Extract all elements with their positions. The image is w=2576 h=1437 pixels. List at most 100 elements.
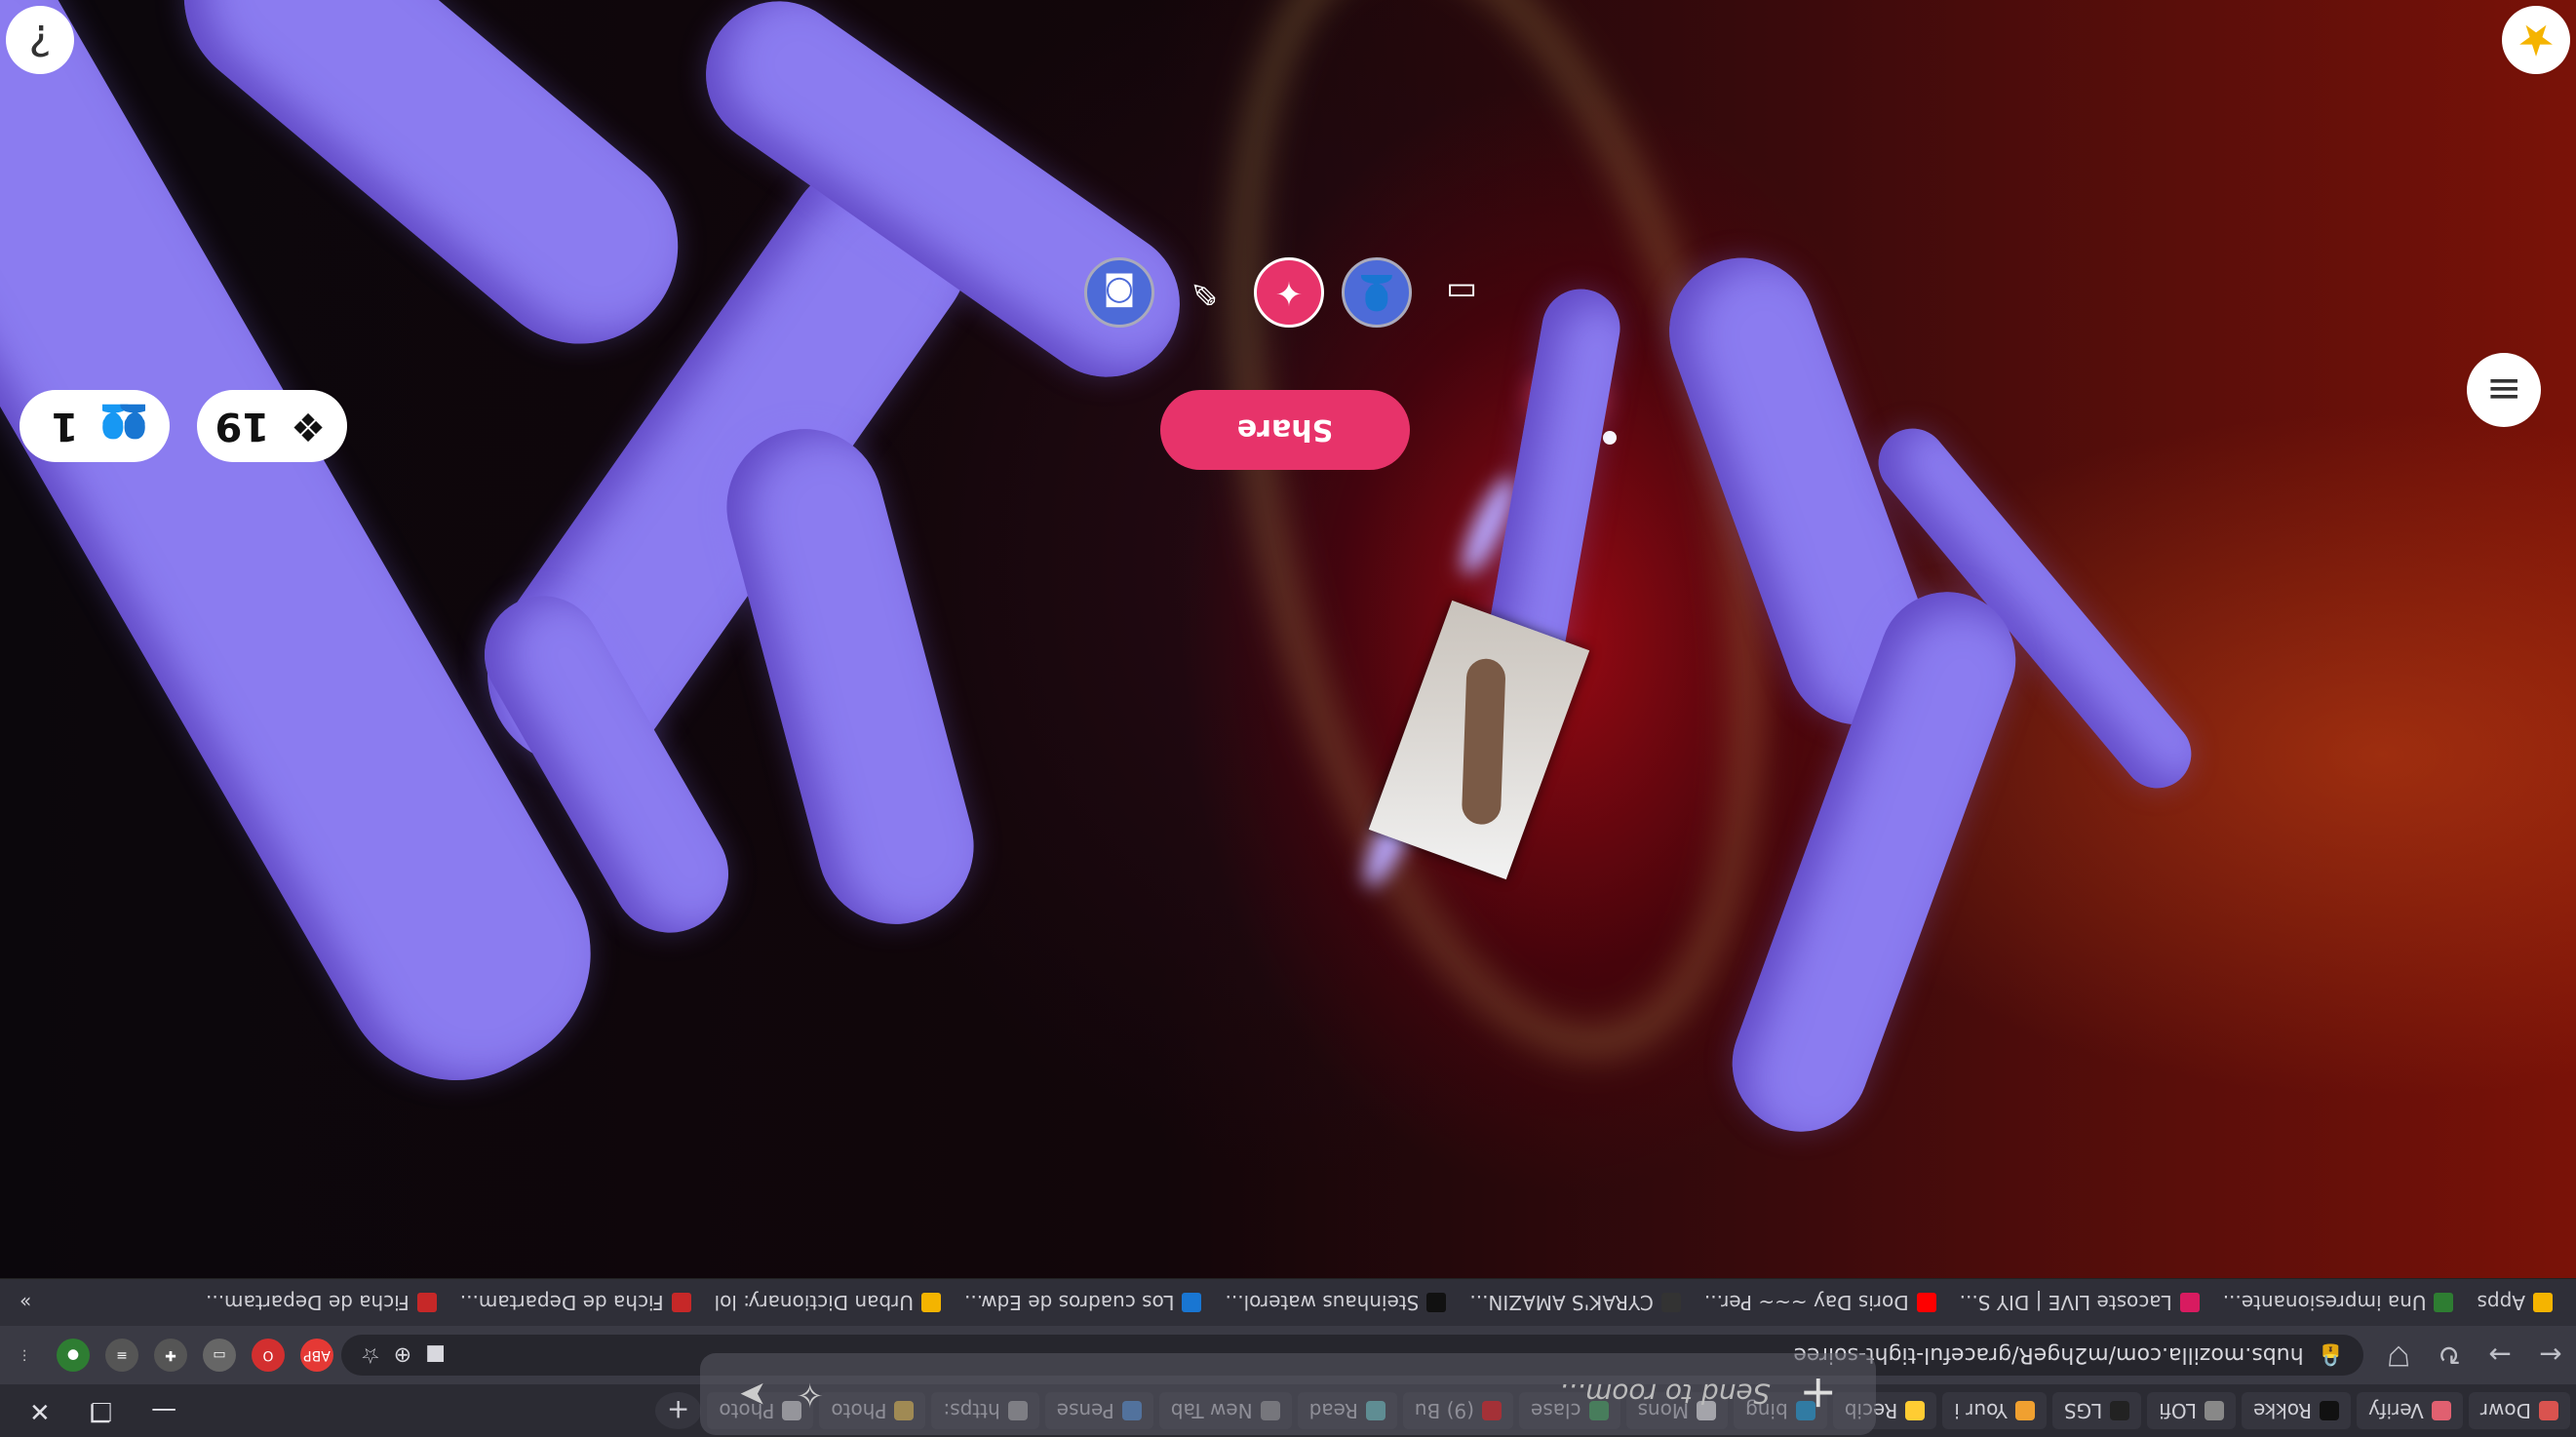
browser-menu-icon[interactable]: ⋮ <box>8 1339 41 1372</box>
spawn-button[interactable]: ✦ <box>1254 257 1324 328</box>
bookmarks-bar: Apps Una impresionante... Lacoste LIVE | D… <box>0 1278 2576 1326</box>
profile-avatar[interactable]: ● <box>57 1339 90 1372</box>
new-tab-button[interactable]: + <box>654 1392 702 1429</box>
close-icon[interactable]: ✕ <box>29 1396 51 1425</box>
bookmark-favicon-icon <box>2434 1293 2454 1312</box>
emoji-icon[interactable]: ✧ <box>797 1375 825 1414</box>
bookmark-item[interactable]: Una impresionante... <box>2223 1291 2454 1314</box>
bookmark-item[interactable]: Apps <box>2477 1291 2553 1314</box>
bookmark-label: Ficha de Departam... <box>206 1291 410 1314</box>
bookmark-item[interactable]: Lacoste LIVE | DIY S... <box>1960 1291 2200 1314</box>
browser-tab[interactable]: LOfi <box>2147 1392 2237 1429</box>
tab-label: LOfi <box>2159 1399 2198 1422</box>
pen-button[interactable]: ✎ <box>1172 260 1236 325</box>
tab-favicon-icon <box>2205 1401 2225 1420</box>
white-dot <box>1603 431 1617 445</box>
share-label: Share <box>1236 412 1334 447</box>
bookmark-label: Lacoste LIVE | DIY S... <box>1959 1291 2172 1314</box>
bookmark-favicon-icon <box>2179 1293 2200 1312</box>
bookmark-item[interactable]: Steinhaus waterol... <box>1226 1291 1447 1314</box>
bookmark-item[interactable]: CYRAK'S AMAZIN... <box>1469 1291 1681 1314</box>
bookmark-favicon-icon <box>1426 1293 1447 1312</box>
back-icon[interactable]: ← <box>2525 1340 2576 1372</box>
star-icon[interactable]: ☆ <box>361 1343 380 1368</box>
browser-tab[interactable]: Dowr <box>2468 1392 2570 1429</box>
tab-label: Dowr <box>2479 1399 2531 1422</box>
bookmark-label: Ficha de Departam... <box>459 1291 664 1314</box>
bookmark-favicon-icon <box>2533 1293 2553 1312</box>
opera-icon[interactable]: O <box>252 1339 285 1372</box>
lock-icon: 🔒 <box>2317 1342 2344 1368</box>
avatar-figure <box>1713 572 2035 1151</box>
menu-button[interactable]: ≡ <box>2467 353 2541 427</box>
tab-favicon-icon <box>1905 1401 1926 1420</box>
bookmark-label: Urban Dictionary: lol <box>714 1291 914 1314</box>
bookmark-favicon-icon <box>416 1293 437 1312</box>
bookmark-item[interactable]: Los cuadros de Edw... <box>964 1291 1202 1314</box>
camera-icon[interactable]: ■ <box>425 1343 446 1368</box>
hamburger-icon: ≡ <box>2485 365 2522 415</box>
bookmark-label: CYRAK'S AMAZIN... <box>1469 1291 1654 1314</box>
camera-button[interactable]: ◙ <box>1084 257 1154 328</box>
bookmark-item[interactable]: Ficha de Departam... <box>206 1291 437 1314</box>
minimize-icon[interactable]: — <box>151 1396 176 1425</box>
send-icon[interactable]: ➤ <box>739 1375 767 1414</box>
browser-tab[interactable]: Your i <box>1942 1392 2047 1429</box>
adblock-icon[interactable]: ABP <box>300 1339 333 1372</box>
bookmark-favicon-icon <box>1916 1293 1936 1312</box>
extensions-icon[interactable]: ✚ <box>154 1339 187 1372</box>
people-count: 1 <box>51 404 79 448</box>
tab-label: Your i <box>1954 1399 2008 1422</box>
tab-label: LGS <box>2063 1399 2103 1422</box>
browser-tab[interactable]: Verify <box>2357 1392 2463 1429</box>
people-icon: 👥 <box>99 403 148 448</box>
bookmark-favicon-icon <box>1660 1293 1681 1312</box>
bookmark-favicon-icon <box>1182 1293 1202 1312</box>
shield-icon[interactable]: ⛉ <box>2373 1339 2424 1372</box>
bookmark-label: Doris Day ~~~ Per... <box>1703 1291 1909 1314</box>
reload-icon[interactable]: ↻ <box>2424 1340 2475 1372</box>
bookmark-item[interactable]: Ficha de Departam... <box>460 1291 691 1314</box>
star-icon: ★ <box>2517 15 2556 65</box>
people-counter[interactable]: 👥 1 <box>20 390 170 462</box>
bookmark-label: Los cuadros de Edw... <box>963 1291 1175 1314</box>
add-icon[interactable]: + <box>1799 1368 1837 1420</box>
bookmark-favicon-icon <box>920 1293 941 1312</box>
tab-favicon-icon <box>2539 1401 2558 1420</box>
zoom-icon[interactable]: ⊕ <box>394 1343 411 1368</box>
reading-list-icon[interactable]: ≡ <box>105 1339 138 1372</box>
tab-favicon-icon <box>2014 1401 2035 1420</box>
bookmark-label: Apps <box>2477 1291 2526 1314</box>
browser-tab[interactable]: Rokke <box>2242 1392 2352 1429</box>
hubs-toolbar: ▭ 👤 ✦ ✎ ◙ <box>1084 253 1494 331</box>
tab-label: Verify <box>2368 1399 2424 1422</box>
browser-tab[interactable]: LGS <box>2051 1392 2142 1429</box>
bookmark-label: Una impresionante... <box>2222 1291 2427 1314</box>
bookmark-item[interactable]: Doris Day ~~~ Per... <box>1704 1291 1936 1314</box>
chat-bar: + Send to room... ✧ ➤ <box>700 1353 1876 1435</box>
avatar-figure <box>709 411 992 942</box>
bookmark-item[interactable]: Urban Dictionary: lol <box>715 1291 941 1314</box>
objects-count: 19 <box>215 404 270 448</box>
tab-favicon-icon <box>2320 1401 2340 1420</box>
share-button[interactable]: Share <box>1160 390 1410 470</box>
bookmark-favicon-icon <box>671 1293 691 1312</box>
hubs-app: DowrVerifyRokkeLOfiLGSYour iRecibbingMon… <box>0 0 2576 1437</box>
forward-icon[interactable]: → <box>2475 1340 2525 1372</box>
tab-label: Rokke <box>2253 1399 2313 1422</box>
bookmarks-overflow-button[interactable]: » <box>0 1291 31 1314</box>
chat-input[interactable]: Send to room... <box>853 1379 1770 1411</box>
favorite-button[interactable]: ★ <box>2502 6 2570 74</box>
window-controls: — ❐ ✕ <box>0 1396 176 1425</box>
avatar-button[interactable]: 👤 <box>1342 257 1412 328</box>
cast-icon[interactable]: ▭ <box>203 1339 236 1372</box>
scene-canvas[interactable] <box>0 0 2576 1437</box>
objects-counter[interactable]: ❖ 19 <box>197 390 347 462</box>
tab-favicon-icon <box>2110 1401 2130 1420</box>
leave-icon[interactable]: ▭ <box>1429 260 1494 325</box>
help-button[interactable]: ? <box>6 6 74 74</box>
restore-icon[interactable]: ❐ <box>90 1396 112 1425</box>
bookmark-label: Steinhaus waterol... <box>1225 1291 1420 1314</box>
objects-icon: ❖ <box>291 404 326 448</box>
tab-favicon-icon <box>2431 1401 2451 1420</box>
